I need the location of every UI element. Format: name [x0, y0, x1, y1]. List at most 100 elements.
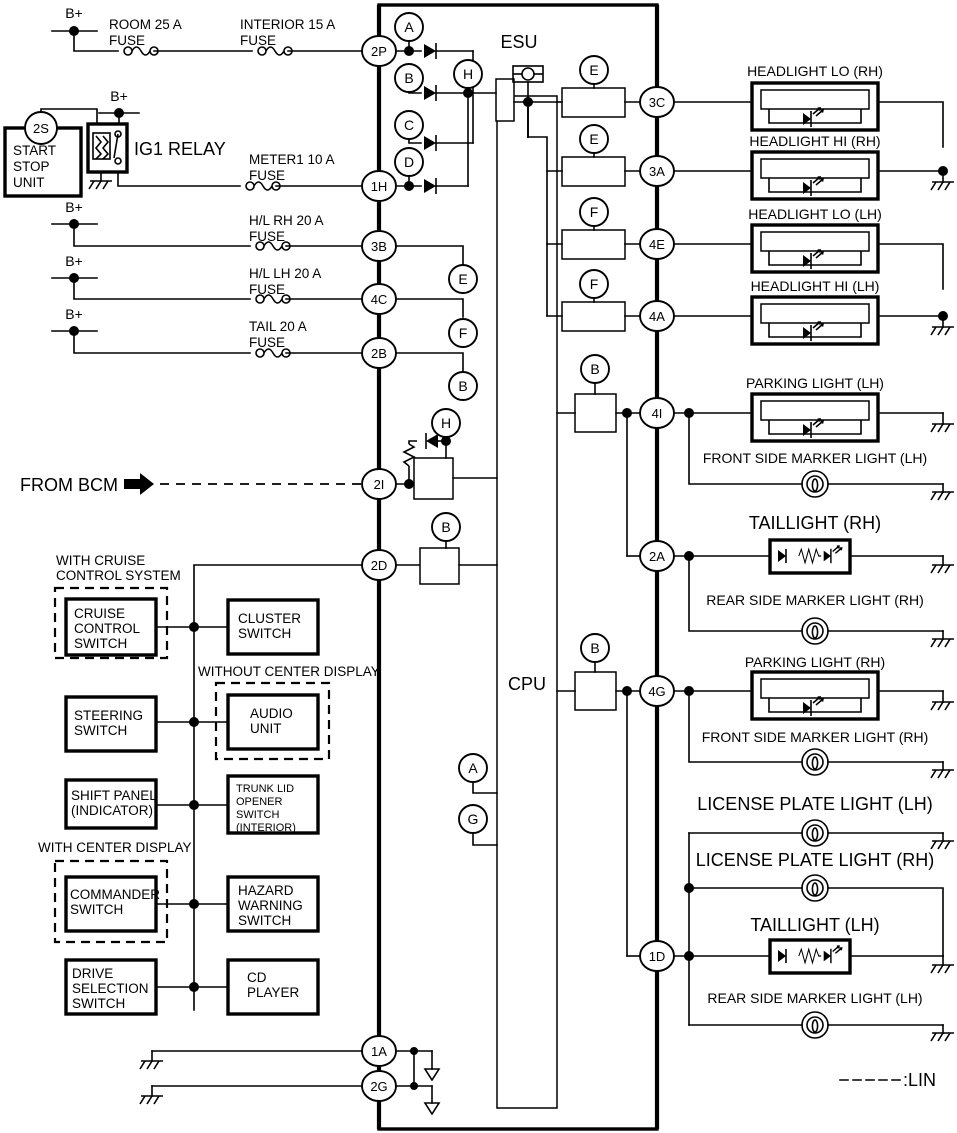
fuse-interior-15a — [257, 46, 293, 56]
module-steering-switch: STEERING SWITCH — [64, 695, 199, 753]
fuse-interior-15a-label-1: INTERIOR 15 A — [240, 17, 335, 32]
letter-f-driver-2: F — [579, 269, 609, 299]
cpu-label: CPU — [508, 674, 546, 694]
start-stop-unit-line1: START — [13, 143, 56, 158]
svg-text:SWITCH: SWITCH — [74, 636, 127, 651]
pin-4e: 4E — [639, 228, 675, 260]
module-cluster-switch: CLUSTER SWITCH — [193, 598, 320, 656]
fuse-meter1-label-2: FUSE — [249, 168, 285, 183]
driver-block-4g — [574, 671, 617, 711]
ground-front-side-marker-lh — [930, 491, 955, 501]
fuse-hl-rh-label-2: FUSE — [249, 229, 285, 244]
svg-text:E: E — [589, 62, 598, 78]
pin-3a: 3A — [639, 155, 675, 187]
pin-2s: 2S — [33, 121, 49, 136]
letter-b-driver-1: B — [580, 354, 610, 384]
ground-taillight-rh — [930, 564, 955, 574]
load-taillight-lh: TAILLIGHT (LH) — [673, 915, 955, 975]
module-shift-panel: SHIFT PANEL (INDICATOR) — [64, 778, 199, 830]
load-label-taillight-rh: TAILLIGHT (RH) — [749, 513, 881, 533]
svg-text:AUDIO: AUDIO — [250, 706, 293, 721]
svg-text:CLUSTER: CLUSTER — [238, 611, 301, 626]
fuse-room-25a — [123, 46, 159, 56]
svg-text:WARNING: WARNING — [238, 898, 303, 913]
svg-text:4I: 4I — [652, 406, 663, 421]
svg-text:B: B — [441, 519, 450, 535]
bulb-front-side-marker-lh — [801, 470, 829, 498]
module-cd-player: CD PLAYER — [193, 958, 320, 1016]
load-label-rear-side-marker-lh: REAR SIDE MARKER LIGHT (LH) — [707, 990, 922, 1006]
svg-text:B: B — [458, 378, 467, 394]
load-label-headlight-hi-rh: HEADLIGHT HI (RH) — [749, 133, 880, 149]
feed-room-interior: B+ ROOM 25 A FUSE INTERIOR 15 A FUSE — [51, 5, 365, 56]
bulb-front-side-marker-rh — [801, 748, 829, 776]
svg-text:B: B — [590, 361, 599, 377]
module-cruise-control-switch: CRUISE CONTROL SWITCH — [64, 597, 199, 657]
letter-b-driver-2: B — [580, 633, 610, 663]
fuse-tail-label-1: TAIL 20 A — [249, 319, 307, 334]
module-hazard-warning-switch: HAZARD WARNING SWITCH — [193, 875, 320, 933]
driver-block-3a — [561, 156, 626, 187]
ground-license-plate-lh — [930, 840, 955, 850]
from-bcm-label: FROM BCM — [20, 475, 118, 495]
ground-rear-side-marker-lh — [930, 1032, 955, 1042]
letter-g-internal: G — [458, 804, 488, 834]
load-label-front-side-marker-lh: FRONT SIDE MARKER LIGHT (LH) — [703, 450, 927, 466]
bulb-rear-side-marker-rh — [801, 617, 829, 645]
fuse-tail-20a — [255, 348, 291, 358]
letter-f-bus: F — [448, 318, 478, 348]
pin-1d: 1D — [639, 940, 675, 972]
svg-text:2B: 2B — [371, 346, 387, 361]
pin-4a: 4A — [639, 300, 675, 332]
svg-text:SHIFT PANEL: SHIFT PANEL — [71, 788, 157, 803]
fuse-room-25a-label-1: ROOM 25 A — [109, 17, 182, 32]
module-trunk-lid-opener-switch: TRUNK LID OPENER SWITCH (INTERIOR) — [193, 774, 320, 835]
bplus-label-4: B+ — [65, 253, 83, 269]
svg-text:OPENER: OPENER — [236, 796, 283, 808]
bulb-license-plate-rh — [801, 874, 829, 902]
svg-text:4C: 4C — [371, 292, 388, 307]
svg-text:CD: CD — [247, 970, 267, 985]
bplus-label-2: B+ — [110, 88, 128, 104]
svg-text:2G: 2G — [370, 1079, 387, 1094]
fuse-meter1-label-1: METER1 10 A — [249, 152, 335, 167]
svg-text:DRIVE: DRIVE — [72, 966, 113, 981]
svg-text:SWITCH: SWITCH — [72, 996, 125, 1011]
ground-front-side-marker-rh — [930, 769, 955, 779]
load-headlight-lo-lh: HEADLIGHT LO (LH) — [673, 206, 944, 290]
letter-e-bus: E — [448, 264, 478, 294]
bplus-label-5: B+ — [65, 306, 83, 322]
svg-text:(INDICATOR): (INDICATOR) — [71, 803, 153, 818]
option-with-cruise-line2: CONTROL SYSTEM — [56, 568, 181, 583]
svg-text:F: F — [590, 276, 599, 292]
load-label-parking-light-rh: PARKING LIGHT (RH) — [745, 654, 885, 670]
fuse-hl-rh-label-1: H/L RH 20 A — [249, 213, 324, 228]
pin-4g: 4G — [639, 675, 675, 707]
start-stop-unit-line3: UNIT — [13, 175, 45, 190]
pin-2d: 2D — [361, 549, 397, 581]
svg-text:G: G — [468, 811, 479, 827]
option-with-center-display: WITH CENTER DISPLAY — [38, 840, 192, 855]
svg-text:SWITCH: SWITCH — [74, 723, 127, 738]
pin-4i: 4I — [639, 397, 675, 429]
letter-c-input: C — [394, 110, 424, 140]
bplus-label-3: B+ — [65, 199, 83, 215]
ground-parking-light-lh — [930, 423, 955, 433]
fuse-interior-15a-label-2: FUSE — [240, 33, 276, 48]
feed-hl-lh: B+ H/L LH 20 A FUSE — [51, 253, 365, 304]
letter-a-internal: A — [458, 753, 488, 783]
svg-text:B: B — [404, 70, 413, 86]
pin-2b: 2B — [361, 337, 397, 369]
svg-text:1H: 1H — [371, 179, 388, 194]
svg-text:1A: 1A — [371, 1044, 387, 1059]
from-bcm-input: FROM BCM — [20, 473, 364, 495]
svg-text:4E: 4E — [649, 237, 665, 252]
letter-b-internal: B — [431, 512, 461, 542]
ground-taillight-lh — [930, 964, 955, 974]
svg-text:COMMANDER: COMMANDER — [70, 887, 160, 902]
letter-h-internal-1: H — [453, 59, 483, 89]
module-drive-selection-switch: DRIVE SELECTION SWITCH — [64, 958, 199, 1016]
driver-block-3c — [561, 87, 626, 118]
driver-block-4e — [561, 229, 626, 260]
svg-text:D: D — [404, 154, 414, 170]
